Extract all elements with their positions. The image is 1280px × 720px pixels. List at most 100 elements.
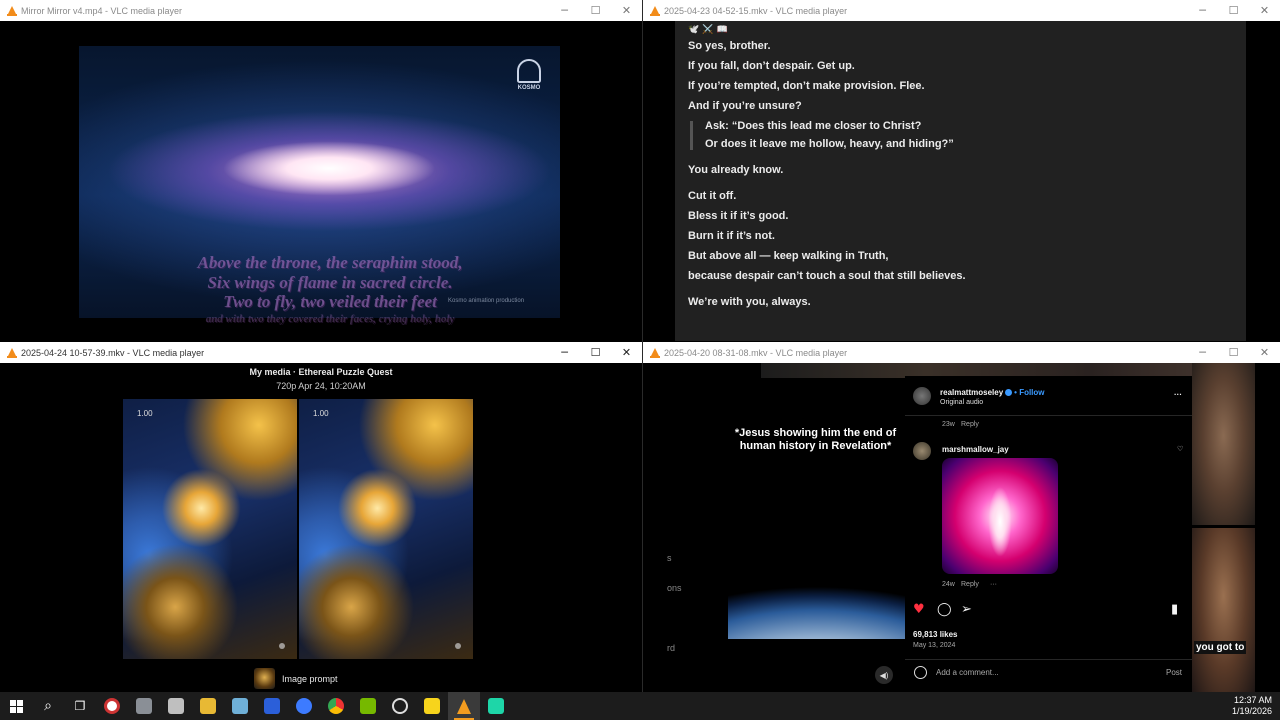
taskbar-app[interactable] (320, 692, 352, 720)
vlc-window-reel[interactable]: 2025-04-20 08-31-08.mkv - VLC media play… (643, 342, 1280, 692)
comment-image[interactable] (942, 458, 1058, 574)
post-button[interactable]: Post (1166, 668, 1182, 677)
minimize-button[interactable]: ─ (1187, 0, 1218, 21)
share-icon[interactable]: ➢ (961, 602, 976, 617)
heart-icon[interactable]: ♥ (913, 602, 928, 617)
taskbar-app[interactable] (288, 692, 320, 720)
close-button[interactable]: ✕ (1249, 342, 1280, 363)
taskbar: ⌕ ❐ 12:37 AM 1/19/2026 (0, 692, 1280, 720)
prompt-label: Image prompt (282, 673, 338, 684)
vlc-window-mirror[interactable]: Mirror Mirror v4.mp4 - VLC media player … (0, 0, 642, 342)
taskbar-app[interactable] (128, 692, 160, 720)
maximize-button[interactable]: ☐ (1218, 0, 1249, 21)
close-button[interactable]: ✕ (611, 342, 642, 363)
vlc-window-puzzle[interactable]: 2025-04-24 10-57-39.mkv - VLC media play… (0, 342, 642, 692)
taskbar-app[interactable] (416, 692, 448, 720)
titlebar[interactable]: 2025-04-24 10-57-39.mkv - VLC media play… (0, 342, 642, 363)
vlc-icon (7, 5, 17, 16)
app-icon (168, 698, 184, 714)
start-button[interactable] (0, 692, 32, 720)
side-text: ons (667, 583, 682, 593)
titlebar[interactable]: 2025-04-23 04-52-15.mkv - VLC media play… (643, 0, 1280, 21)
chat-line: If you fall, don’t despair. Get up. (688, 60, 855, 72)
chat-line: So yes, brother. (688, 40, 771, 52)
video-area[interactable]: you got to s ons rd *Jesus showing him t… (643, 363, 1280, 692)
volume-icon[interactable]: ◀) (875, 666, 893, 684)
vlc-window-chat[interactable]: 2025-04-23 04-52-15.mkv - VLC media play… (643, 0, 1280, 342)
image-prompt-button[interactable]: Image prompt (254, 668, 338, 689)
subtitle-line-1: Above the throne, the seraphim stood, (197, 253, 463, 272)
system-clock[interactable]: 12:37 AM 1/19/2026 (1232, 695, 1272, 717)
audio-label[interactable]: Original audio (940, 399, 983, 406)
reply-button[interactable]: Reply (961, 581, 979, 588)
emoji-line: 🕊️ ⚔️ 📖 (688, 25, 728, 35)
maximize-button[interactable]: ☐ (1218, 342, 1249, 363)
task-view-button[interactable]: ❐ (64, 692, 96, 720)
earth-video-frame (728, 471, 905, 639)
taskbar-app[interactable] (224, 692, 256, 720)
follow-button[interactable]: • Follow (1014, 388, 1044, 397)
taskbar-app[interactable] (160, 692, 192, 720)
quote-line: Or does it leave me hollow, heavy, and h… (705, 138, 954, 150)
comment-input[interactable]: Add a comment... (936, 668, 1166, 677)
window-title: 2025-04-24 10-57-39.mkv - VLC media play… (21, 347, 205, 358)
taskbar-app[interactable] (96, 692, 128, 720)
video-area[interactable]: KOSMO Above the throne, the seraphim sto… (0, 21, 642, 342)
username[interactable]: realmattmoseley • Follow (940, 388, 1045, 397)
close-button[interactable]: ✕ (1249, 0, 1280, 21)
vlc-icon (650, 347, 660, 358)
post-header: realmattmoseley • Follow Original audio ·… (905, 376, 1192, 416)
taskbar-app[interactable] (480, 692, 512, 720)
instagram-comments-panel: realmattmoseley • Follow Original audio ·… (905, 376, 1192, 692)
video-area[interactable]: 🕊️ ⚔️ 📖 So yes, brother. If you fall, do… (643, 21, 1280, 342)
like-comment-icon[interactable]: ♡ (1177, 445, 1183, 453)
taskbar-app[interactable] (384, 692, 416, 720)
like-count[interactable]: 69,813 likes (913, 630, 957, 639)
emoji-icon[interactable] (914, 666, 927, 679)
chat-line: We’re with you, always. (688, 296, 811, 308)
taskbar-app[interactable] (352, 692, 384, 720)
window-title: 2025-04-20 08-31-08.mkv - VLC media play… (664, 347, 848, 358)
maximize-button[interactable]: ☐ (580, 0, 611, 21)
maximize-button[interactable]: ☐ (580, 342, 611, 363)
titlebar[interactable]: 2025-04-20 08-31-08.mkv - VLC media play… (643, 342, 1280, 363)
puzzle-image-right[interactable]: 1.00 (299, 399, 473, 659)
chat-message: 🕊️ ⚔️ 📖 So yes, brother. If you fall, do… (675, 21, 1246, 341)
video-area[interactable]: My media · Ethereal Puzzle Quest 720p Ap… (0, 363, 642, 692)
minimize-button[interactable]: ─ (1187, 342, 1218, 363)
commenter-name[interactable]: marshmallow_jay (942, 445, 1009, 454)
post-actions: ♥ ◯ ➢ (913, 602, 976, 617)
minimize-button[interactable]: ─ (549, 342, 580, 363)
background-face-bottom: you got to (1192, 528, 1255, 692)
taskbar-app[interactable] (192, 692, 224, 720)
titlebar[interactable]: Mirror Mirror v4.mp4 - VLC media player … (0, 0, 642, 21)
taskbar-app[interactable] (256, 692, 288, 720)
chrome-icon (328, 698, 344, 714)
comment-time: 23w (942, 421, 955, 428)
minimize-button[interactable]: ─ (549, 0, 580, 21)
username-text[interactable]: realmattmoseley (940, 388, 1003, 397)
more-options-icon[interactable]: ··· (1174, 390, 1182, 399)
side-text: rd (667, 643, 676, 653)
taskbar-app-vlc[interactable] (448, 692, 480, 720)
prompt-thumbnail (254, 668, 275, 689)
image-badge: 1.00 (313, 409, 329, 418)
follow-label[interactable]: Follow (1019, 388, 1044, 397)
puzzle-image-left[interactable]: 1.00 (123, 399, 297, 659)
close-button[interactable]: ✕ (611, 0, 642, 21)
post-date: May 13, 2024 (913, 642, 956, 649)
avatar[interactable] (913, 387, 931, 405)
search-button[interactable]: ⌕ (32, 692, 64, 720)
background-face-top (1192, 363, 1255, 525)
subtitle-line-4: and with two they covered their faces, c… (205, 313, 455, 325)
window-title: 2025-04-23 04-52-15.mkv - VLC media play… (664, 5, 848, 16)
quote-line: Ask: “Does this lead me closer to Christ… (705, 120, 922, 132)
bookmark-icon[interactable]: ▮ (1171, 602, 1186, 617)
comment-icon[interactable]: ◯ (937, 602, 952, 617)
app-icon (488, 698, 504, 714)
comment-more-icon[interactable]: ··· (990, 581, 997, 588)
reply-button[interactable]: Reply (961, 421, 979, 428)
chat-line: Cut it off. (688, 190, 737, 202)
avatar[interactable] (913, 442, 931, 460)
nvidia-icon (360, 698, 376, 714)
